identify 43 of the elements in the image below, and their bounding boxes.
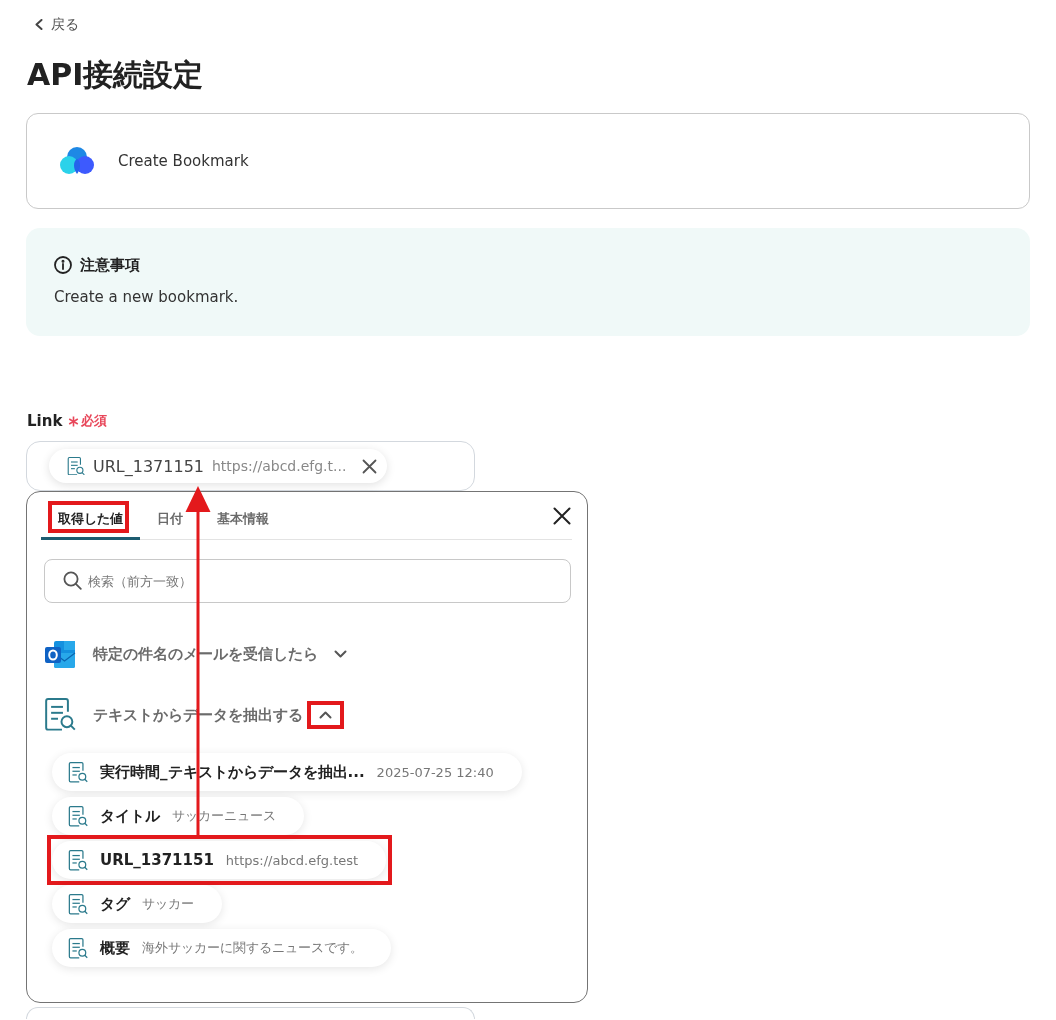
- chevron-up-icon[interactable]: [318, 711, 332, 719]
- chevron-down-icon[interactable]: [333, 650, 347, 658]
- close-icon[interactable]: [553, 506, 571, 525]
- variable-name: 概要: [100, 938, 130, 958]
- variable-value: 2025-07-25 12:40: [376, 764, 494, 780]
- notice-text: Create a new bookmark.: [54, 287, 240, 307]
- variable-item[interactable]: 実行時間_テキストからデータを抽出... 2025-07-25 12:40: [52, 753, 522, 791]
- tab[interactable]: 基本情報: [200, 492, 286, 540]
- required-label: 必須: [81, 412, 108, 430]
- back-link[interactable]: 戻る: [26, 14, 79, 34]
- document-search-icon: [68, 805, 88, 827]
- variable-name: URL_1371151: [93, 456, 204, 476]
- variable-item[interactable]: URL_1371151 https://abcd.efg.test: [52, 841, 387, 879]
- document-search-icon: [67, 456, 85, 476]
- cloud-logo-icon: [60, 147, 94, 175]
- info-icon: [54, 256, 72, 274]
- field-label: Link: [27, 412, 63, 430]
- notice-heading: 注意事項: [80, 255, 140, 275]
- variable-value: サッカー: [142, 895, 194, 913]
- mail-app-icon: [44, 639, 76, 669]
- document-search-icon: [44, 698, 76, 732]
- variable-value: https://abcd.efg.t...: [212, 458, 347, 474]
- variable-name: タイトル: [100, 806, 160, 826]
- search-icon: [63, 571, 82, 590]
- variable-value: 海外サッカーに関するニュースです。: [142, 939, 363, 957]
- document-search-icon: [68, 893, 88, 915]
- search-field[interactable]: 検索（前方一致）: [44, 559, 571, 603]
- document-search-icon: [68, 937, 88, 959]
- variable-value: https://abcd.efg.test: [225, 852, 359, 868]
- remove-icon[interactable]: [362, 458, 378, 474]
- variable-name: タグ: [100, 894, 130, 914]
- document-search-icon: [68, 849, 88, 871]
- document-search-icon: [68, 761, 88, 783]
- chevron-left-icon: [35, 18, 43, 30]
- tab[interactable]: 取得した値: [41, 492, 140, 540]
- variable-item[interactable]: 概要 海外サッカーに関するニュースです。: [52, 929, 391, 967]
- variable-item[interactable]: タグ サッカー: [52, 885, 222, 923]
- input-field[interactable]: URL_1371151 https://abcd.efg.t...: [26, 441, 475, 491]
- variable-name: URL_1371151: [100, 851, 214, 869]
- page-title: API接続設定: [27, 57, 205, 93]
- variable-name: 実行時間_テキストからデータを抽出...: [100, 762, 365, 782]
- action-name: Create Bookmark: [118, 152, 249, 170]
- tab[interactable]: 日付: [140, 492, 200, 540]
